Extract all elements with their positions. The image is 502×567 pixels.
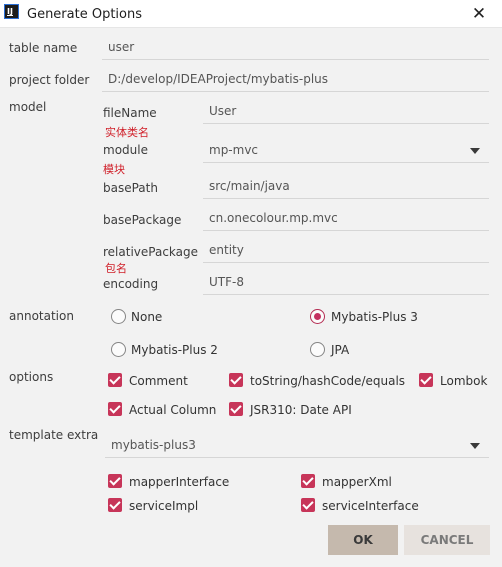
radio-mybatis-plus-3[interactable] [310,309,325,324]
basepath-input[interactable]: src/main/java [203,175,489,199]
filename-note: 实体类名 [105,126,149,139]
table-name-input[interactable]: user [102,36,489,60]
chevron-down-icon[interactable] [470,443,480,449]
checkbox-actual-column[interactable] [108,402,122,416]
checkbox-lombok[interactable] [419,373,433,387]
intellij-app-icon: IJ [4,4,19,19]
checkbox-mapper-xml-label: mapperXml [322,475,392,489]
filename-input[interactable]: User [203,100,489,124]
checkbox-comment[interactable] [108,373,122,387]
checkbox-service-impl-label: serviceImpl [129,499,199,513]
basepath-label: basePath [103,181,158,195]
module-select[interactable]: mp-mvc [203,137,489,163]
project-folder-input[interactable]: D:/develop/IDEAProject/mybatis-plus [102,68,489,92]
radio-mybatis-plus-3-label: Mybatis-Plus 3 [331,310,418,324]
template-extra-select[interactable]: mybatis-plus3 [105,432,489,458]
annotation-label: annotation [9,309,74,323]
checkbox-mapper-interface[interactable] [108,474,122,488]
template-extra-value: mybatis-plus3 [111,438,196,452]
radio-none-label: None [131,310,163,324]
checkbox-comment-label: Comment [129,374,188,388]
checkbox-mapper-interface-label: mapperInterface [129,475,230,489]
checkbox-tostring-label: toString/hashCode/equals [250,374,406,388]
module-label: module [103,143,148,157]
checkbox-service-interface-label: serviceInterface [322,499,419,513]
radio-jpa-label: JPA [331,343,350,357]
cancel-button[interactable]: CANCEL [404,525,490,555]
checkbox-lombok-label: Lombok [440,374,488,388]
relativepackage-label: relativePackage [103,245,199,259]
checkbox-tostring[interactable] [229,373,243,387]
table-name-label: table name [9,41,78,55]
template-extra-label: template extra [9,428,99,442]
ok-button[interactable]: OK [328,525,398,555]
basepackage-input[interactable]: cn.onecolour.mp.mvc [203,207,489,231]
checkbox-actual-column-label: Actual Column [129,403,217,417]
module-select-value: mp-mvc [209,143,259,157]
basepackage-label: basePackage [103,213,182,227]
radio-none[interactable] [111,309,126,324]
checkbox-jsr310-label: JSR310: Date API [250,403,352,417]
radio-mybatis-plus-2[interactable] [111,342,126,357]
encoding-input[interactable]: UTF-8 [203,271,489,295]
relativepackage-note: 包名 [105,262,127,275]
model-label: model [9,100,47,114]
window-title: Generate Options [27,7,143,22]
radio-mybatis-plus-2-label: Mybatis-Plus 2 [131,343,218,357]
radio-jpa[interactable] [310,342,325,357]
checkbox-service-interface[interactable] [301,498,315,512]
module-note: 模块 [103,163,125,176]
options-label: options [9,370,54,384]
checkbox-mapper-xml[interactable] [301,474,315,488]
close-icon[interactable]: ✕ [468,3,490,25]
encoding-label: encoding [103,277,159,291]
checkbox-jsr310[interactable] [229,402,243,416]
app-icon-text: IJ [7,7,13,16]
chevron-down-icon[interactable] [470,148,480,154]
checkbox-service-impl[interactable] [108,498,122,512]
filename-label: fileName [103,106,157,120]
relativepackage-input[interactable]: entity [203,239,489,263]
project-folder-label: project folder [9,73,90,87]
